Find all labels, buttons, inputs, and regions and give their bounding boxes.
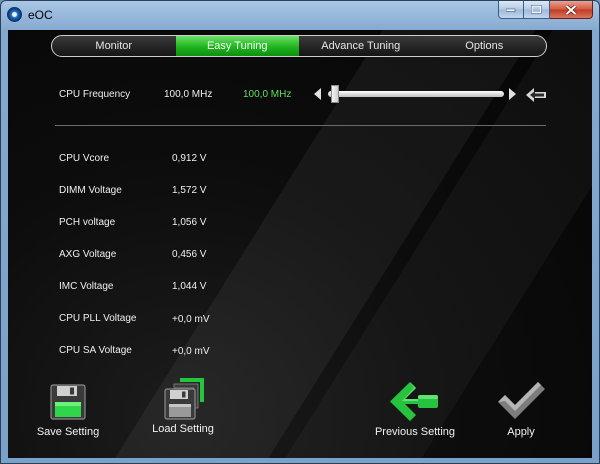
load-setting-button[interactable]: Load Setting [143, 375, 223, 435]
close-button[interactable] [550, 1, 593, 19]
cpu-pll-voltage-value: +0,0 mV [172, 314, 210, 325]
axg-voltage-value: 0,456 V [172, 249, 207, 260]
save-setting-label: Save Setting [36, 426, 100, 438]
cpu-vcore-label: CPU Vcore [59, 153, 110, 164]
cpu-sa-voltage-label: CPU SA Voltage [59, 345, 132, 356]
load-setting-label: Load Setting [152, 423, 214, 435]
imc-voltage-label: IMC Voltage [59, 281, 114, 292]
app-icon [7, 7, 22, 22]
dimm-voltage-label: DIMM Voltage [59, 185, 122, 196]
cpu-vcore-value: 0,912 V [172, 153, 207, 164]
maximize-icon [531, 5, 542, 14]
previous-setting-label: Previous Setting [374, 426, 456, 438]
reset-arrow-icon[interactable] [524, 85, 548, 105]
tab-monitor[interactable]: Monitor [52, 36, 176, 56]
slider-thumb[interactable] [331, 85, 339, 103]
cpu-frequency-label: CPU Frequency [59, 89, 131, 100]
window-title: eOC [28, 8, 53, 22]
cpu-pll-voltage-label: CPU PLL Voltage [59, 313, 137, 324]
slider-track[interactable] [328, 91, 504, 97]
client-area: Monitor Easy Tuning Advance Tuning Optio… [8, 30, 592, 458]
axg-voltage-label: AXG Voltage [59, 249, 117, 260]
minimize-icon [506, 8, 516, 12]
minimize-button[interactable] [498, 1, 524, 19]
tab-options[interactable]: Options [423, 36, 547, 56]
floppy-disk-icon [50, 384, 86, 420]
tab-advance-tuning[interactable]: Advance Tuning [299, 36, 423, 56]
cpu-frequency-slider [314, 83, 550, 107]
app-window: eOC Monitor Easy Tuning Advance Tuning O… [0, 0, 600, 464]
cpu-frequency-current: 100,0 MHz [164, 89, 213, 100]
save-setting-button[interactable]: Save Setting [28, 382, 108, 438]
cpu-sa-voltage-value: +0,0 mV [172, 346, 210, 357]
checkmark-icon [498, 382, 545, 419]
caption-buttons [498, 1, 593, 20]
apply-label: Apply [507, 426, 535, 438]
floppy-disk-load-icon [164, 378, 204, 420]
cpu-frequency-target: 100,0 MHz [243, 89, 292, 100]
tab-bar: Monitor Easy Tuning Advance Tuning Optio… [51, 35, 547, 57]
maximize-button[interactable] [524, 1, 550, 19]
green-left-arrow-icon [390, 382, 438, 421]
increase-arrow-icon[interactable] [509, 88, 516, 100]
imc-voltage-value: 1,044 V [172, 281, 207, 292]
decrease-arrow-icon[interactable] [314, 88, 321, 100]
pch-voltage-label: PCH voltage [59, 217, 116, 228]
title-bar[interactable]: eOC [1, 1, 599, 29]
apply-button[interactable]: Apply [491, 380, 551, 438]
tab-easy-tuning[interactable]: Easy Tuning [175, 36, 299, 56]
close-icon [565, 4, 577, 15]
previous-setting-button[interactable]: Previous Setting [370, 380, 460, 438]
pch-voltage-value: 1,056 V [172, 217, 207, 228]
dimm-voltage-value: 1,572 V [172, 185, 207, 196]
section-divider [55, 125, 546, 126]
